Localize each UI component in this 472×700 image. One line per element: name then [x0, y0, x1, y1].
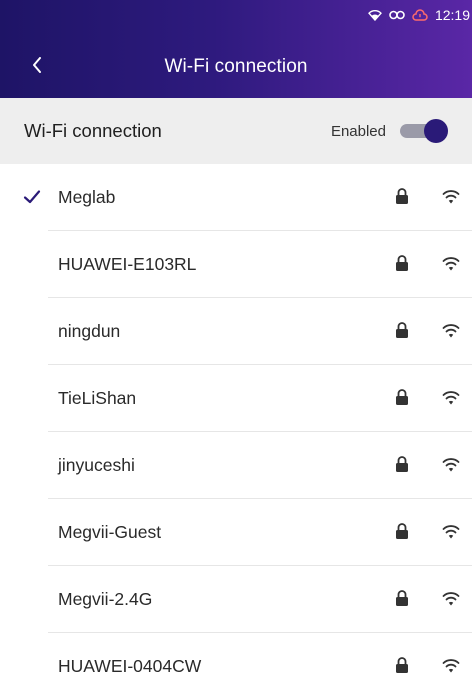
network-row[interactable]: Megvii-Guest [0, 499, 472, 566]
status-bar: 12:19 [367, 0, 472, 30]
lock-icon [396, 523, 408, 539]
network-row[interactable]: HUAWEI-0404CW [0, 633, 472, 700]
network-ssid: Megvii-2.4G [58, 589, 153, 609]
switch-thumb [424, 119, 448, 143]
wifi-strength-icon [442, 324, 460, 338]
wifi-toggle-row: Wi-Fi connection Enabled [0, 98, 472, 164]
checkmark-icon [23, 190, 41, 204]
wifi-state-text: Enabled [330, 122, 386, 140]
wifi-strength-icon [442, 190, 460, 204]
wifi-strength-icon [442, 458, 460, 472]
network-row[interactable]: ningdun [0, 298, 472, 365]
wifi-strength-icon [442, 391, 460, 405]
network-row[interactable]: Megvii-2.4G [0, 566, 472, 633]
network-list: Meglab HUAWEI-E103RL ningdun TieLiShan j… [0, 164, 472, 700]
wifi-toggle-label: Wi-Fi connection [24, 120, 162, 141]
network-row[interactable]: TieLiShan [0, 365, 472, 432]
lock-icon [396, 255, 408, 271]
lock-icon [396, 657, 408, 673]
lock-icon [396, 590, 408, 606]
app-bar: 12:19 Wi-Fi connection [0, 0, 472, 98]
page-title: Wi-Fi connection [164, 56, 308, 77]
network-ssid: TieLiShan [58, 388, 137, 408]
status-time: 12:19 [434, 7, 470, 23]
network-ssid: HUAWEI-0404CW [58, 656, 202, 676]
link-icon [389, 10, 405, 20]
lock-icon [396, 456, 408, 472]
network-ssid: ningdun [58, 321, 121, 341]
wifi-signal-icon [367, 9, 382, 21]
cloud-alert-icon [412, 8, 428, 22]
network-ssid: Meglab [58, 187, 116, 207]
wifi-strength-icon [442, 592, 460, 606]
wifi-strength-icon [442, 525, 460, 539]
network-row[interactable]: Meglab [0, 164, 472, 231]
lock-icon [396, 322, 408, 338]
network-ssid: Megvii-Guest [58, 522, 162, 542]
wifi-toggle-switch[interactable] [398, 119, 448, 143]
network-row[interactable]: jinyuceshi [0, 432, 472, 499]
network-row[interactable]: HUAWEI-E103RL [0, 231, 472, 298]
wifi-strength-icon [442, 659, 460, 673]
wifi-strength-icon [442, 257, 460, 271]
lock-icon [396, 389, 408, 405]
network-ssid: jinyuceshi [58, 455, 135, 475]
network-ssid: HUAWEI-E103RL [58, 254, 197, 274]
lock-icon [396, 188, 408, 204]
